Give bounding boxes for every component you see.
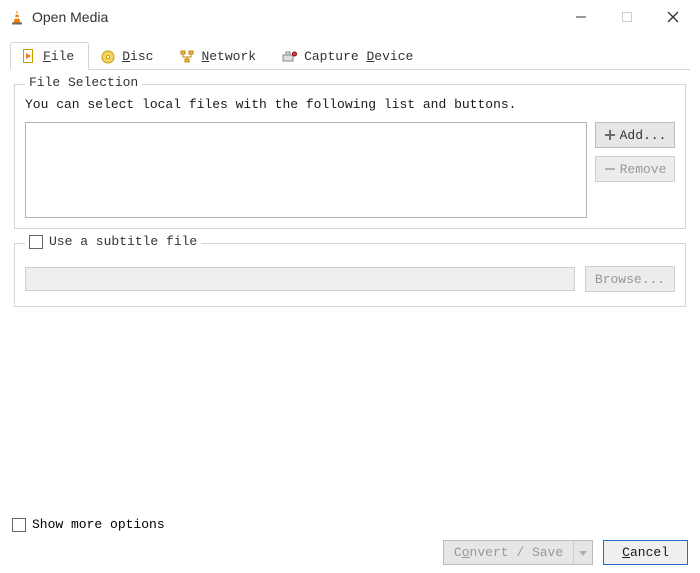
file-list[interactable] (25, 122, 587, 218)
capture-icon (282, 49, 298, 65)
close-button[interactable] (650, 2, 696, 32)
minus-icon (604, 163, 616, 175)
remove-button[interactable]: Remove (595, 156, 675, 182)
tab-file[interactable]: File (10, 42, 89, 70)
tab-capture-label: Capture Device (304, 49, 413, 64)
file-selection-group: File Selection You can select local file… (14, 84, 686, 229)
chevron-down-icon (579, 549, 587, 557)
tab-disc[interactable]: Disc (89, 42, 168, 70)
network-icon (179, 49, 195, 65)
subtitle-checkbox[interactable] (29, 235, 43, 249)
tab-bar: File Disc Network (10, 42, 690, 70)
add-button[interactable]: Add... (595, 122, 675, 148)
disc-icon (100, 49, 116, 65)
subtitle-group: Use a subtitle file Browse... (14, 243, 686, 307)
window-controls (558, 2, 696, 32)
tab-file-label: File (43, 49, 74, 64)
add-button-label: Add... (620, 128, 667, 143)
maximize-button[interactable] (604, 2, 650, 32)
cancel-accelerator: C (622, 545, 630, 560)
tab-capture-device[interactable]: Capture Device (271, 42, 428, 70)
convert-save-button[interactable]: Convert / Save (443, 540, 593, 565)
minimize-button[interactable] (558, 2, 604, 32)
file-selection-legend: File Selection (25, 75, 142, 90)
dialog-footer: Show more options Convert / Save Cancel (0, 517, 700, 565)
convert-save-dropdown[interactable] (574, 541, 592, 564)
dialog-body: File Disc Network (0, 34, 700, 321)
subtitle-path-input[interactable] (25, 267, 575, 291)
file-selection-hint: You can select local files with the foll… (25, 97, 675, 112)
show-more-label: Show more options (32, 517, 165, 532)
cancel-rest: ancel (630, 545, 669, 560)
tab-disc-label: Disc (122, 49, 153, 64)
window-title: Open Media (32, 9, 558, 25)
convert-save-label: Convert / Save (444, 541, 574, 564)
plus-icon (604, 129, 616, 141)
subtitle-checkbox-label: Use a subtitle file (49, 234, 197, 249)
remove-button-label: Remove (620, 162, 667, 177)
cancel-button[interactable]: Cancel (603, 540, 688, 565)
tab-network[interactable]: Network (168, 42, 271, 70)
tab-network-label: Network (201, 49, 256, 64)
show-more-checkbox[interactable] (12, 518, 26, 532)
file-icon (21, 48, 37, 64)
titlebar: Open Media (0, 0, 700, 34)
subtitle-checkbox-row[interactable]: Use a subtitle file (25, 234, 201, 249)
browse-button-label: Browse... (595, 272, 665, 287)
browse-button[interactable]: Browse... (585, 266, 675, 292)
vlc-cone-icon (8, 8, 26, 26)
show-more-options-row[interactable]: Show more options (12, 517, 688, 532)
